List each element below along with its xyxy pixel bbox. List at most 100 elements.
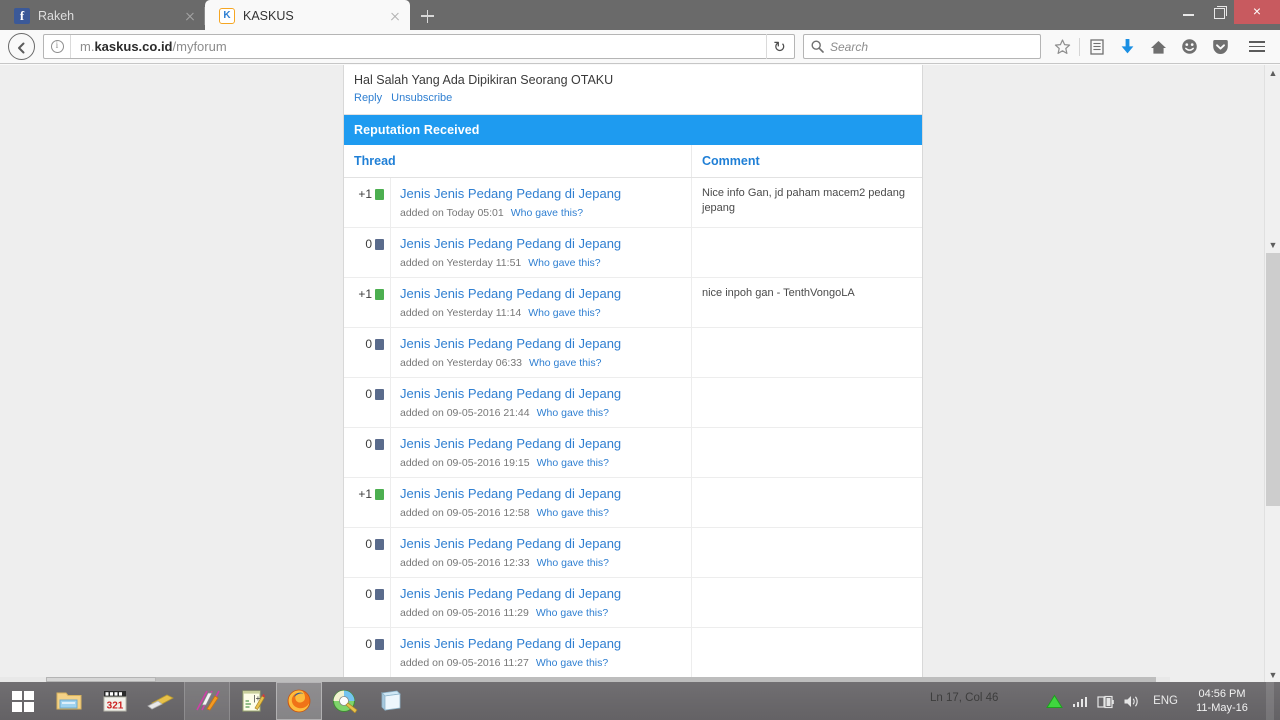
thread-link[interactable]: Jenis Jenis Pedang Pedang di Jepang xyxy=(400,485,681,502)
winamp-icon[interactable] xyxy=(184,682,230,720)
scrollbar-thumb[interactable] xyxy=(1266,253,1280,506)
cell-comment xyxy=(691,328,922,377)
close-window-button[interactable]: × xyxy=(1234,0,1280,24)
thread-note-title: Hal Salah Yang Ada Dipikiran Seorang OTA… xyxy=(354,73,614,87)
start-button[interactable] xyxy=(0,682,46,720)
volume-icon[interactable] xyxy=(1123,691,1141,711)
cell-thread: Jenis Jenis Pedang Pedang di Jepang added… xyxy=(391,528,691,577)
close-icon: × xyxy=(1252,3,1262,19)
sync-smiley-icon[interactable] xyxy=(1174,33,1205,61)
maximize-restore-button[interactable] xyxy=(1204,0,1234,24)
scroll-down-icon[interactable]: ▼ xyxy=(1265,237,1280,252)
battery-icon[interactable] xyxy=(1097,691,1115,711)
reputation-badge xyxy=(375,239,384,250)
show-desktop-button[interactable] xyxy=(1266,682,1274,720)
close-icon[interactable] xyxy=(181,7,199,25)
thread-link[interactable]: Jenis Jenis Pedang Pedang di Jepang xyxy=(400,335,681,352)
network-signal-icon[interactable] xyxy=(1071,691,1089,711)
window-controls: × xyxy=(1174,0,1280,30)
paint-tool-icon[interactable] xyxy=(322,682,368,720)
search-bar[interactable]: Search xyxy=(803,34,1041,59)
close-icon[interactable] xyxy=(386,7,404,25)
page-scrollbar[interactable]: ▲ ▼ ▼ xyxy=(1264,65,1280,682)
who-gave-this-link[interactable]: Who gave this? xyxy=(537,407,609,419)
clock-date: 11-May-16 xyxy=(1196,702,1248,714)
thread-subscription-note: Hal Salah Yang Ada Dipikiran Seorang OTA… xyxy=(344,65,922,115)
cell-comment: Nice info Gan, jd paham macem2 pedang je… xyxy=(691,178,922,227)
cell-comment xyxy=(691,478,922,527)
who-gave-this-link[interactable]: Who gave this? xyxy=(528,257,600,269)
clock-time: 04:56 PM xyxy=(1198,688,1246,700)
table-row: +1 Jenis Jenis Pedang Pedang di Jepang add… xyxy=(344,178,922,228)
language-indicator[interactable]: ENG xyxy=(1149,695,1182,707)
klite-codec-icon[interactable]: 321 xyxy=(92,682,138,720)
score-value: 0 xyxy=(365,337,372,351)
facebook-icon: f xyxy=(14,8,30,24)
thread-link[interactable]: Jenis Jenis Pedang Pedang di Jepang xyxy=(400,285,681,302)
browser-tab-kaskus[interactable]: K KASKUS xyxy=(205,2,410,30)
windows-taskbar: 321 |++ ENG 04:56 PM 11-May-16 xyxy=(0,682,1280,720)
thread-link[interactable]: Jenis Jenis Pedang Pedang di Jepang xyxy=(400,535,681,552)
downloads-icon[interactable] xyxy=(1112,33,1143,61)
cell-comment xyxy=(691,378,922,427)
who-gave-this-link[interactable]: Who gave this? xyxy=(537,457,609,469)
who-gave-this-link[interactable]: Who gave this? xyxy=(528,307,600,319)
score-value: 0 xyxy=(365,437,372,451)
cell-score: +1 xyxy=(344,178,391,227)
score-value: +1 xyxy=(358,287,372,301)
bookmark-star-icon[interactable] xyxy=(1047,33,1078,61)
reputation-badge xyxy=(375,339,384,350)
added-on-text: added on Yesterday 06:33 xyxy=(400,357,523,369)
firefox-icon[interactable] xyxy=(276,682,322,720)
who-gave-this-link[interactable]: Who gave this? xyxy=(536,607,608,619)
thread-link[interactable]: Jenis Jenis Pedang Pedang di Jepang xyxy=(400,385,681,402)
thread-link[interactable]: Jenis Jenis Pedang Pedang di Jepang xyxy=(400,585,681,602)
browser-tab-rakeh[interactable]: f Rakeh xyxy=(0,2,205,30)
who-gave-this-link[interactable]: Who gave this? xyxy=(511,207,583,219)
row-meta: added on Yesterday 06:33 Who gave this? xyxy=(400,357,681,369)
tab-strip: f Rakeh K KASKUS × xyxy=(0,0,1280,30)
who-gave-this-link[interactable]: Who gave this? xyxy=(537,507,609,519)
pocket-icon[interactable] xyxy=(1205,33,1236,61)
thread-link[interactable]: Jenis Jenis Pedang Pedang di Jepang xyxy=(400,185,681,202)
cell-thread: Jenis Jenis Pedang Pedang di Jepang added… xyxy=(391,578,691,627)
row-meta: added on 09-05-2016 11:27 Who gave this? xyxy=(400,657,681,669)
clock[interactable]: 04:56 PM 11-May-16 xyxy=(1190,687,1258,715)
reload-icon[interactable]: ↻ xyxy=(766,34,792,59)
thread-link[interactable]: Jenis Jenis Pedang Pedang di Jepang xyxy=(400,435,681,452)
library-icon[interactable] xyxy=(1081,33,1112,61)
address-bar[interactable]: i m.kaskus.co.id/myforum ↻ xyxy=(43,34,795,59)
who-gave-this-link[interactable]: Who gave this? xyxy=(529,357,601,369)
reply-link[interactable]: Reply xyxy=(354,92,382,104)
scroll-bottom-icon[interactable]: ▼ xyxy=(1265,667,1280,682)
file-explorer-icon[interactable] xyxy=(46,682,92,720)
kaskus-icon: K xyxy=(219,8,235,24)
unsubscribe-link[interactable]: Unsubscribe xyxy=(391,92,452,104)
row-meta: added on 09-05-2016 21:44 Who gave this? xyxy=(400,407,681,419)
table-row: 0 Jenis Jenis Pedang Pedang di Jepang adde… xyxy=(344,228,922,278)
home-icon[interactable] xyxy=(1143,33,1174,61)
thread-link[interactable]: Jenis Jenis Pedang Pedang di Jepang xyxy=(400,635,681,652)
svg-text:321: 321 xyxy=(107,701,124,712)
notepad-icon[interactable] xyxy=(368,682,414,720)
green-triangle-icon[interactable] xyxy=(1045,691,1063,711)
score-value: 0 xyxy=(365,637,372,651)
table-row: +1 Jenis Jenis Pedang Pedang di Jepang add… xyxy=(344,478,922,528)
menu-hamburger-icon[interactable] xyxy=(1242,33,1272,61)
cell-score: 0 xyxy=(344,578,391,627)
cell-thread: Jenis Jenis Pedang Pedang di Jepang added… xyxy=(391,278,691,327)
who-gave-this-link[interactable]: Who gave this? xyxy=(537,557,609,569)
thread-link[interactable]: Jenis Jenis Pedang Pedang di Jepang xyxy=(400,235,681,252)
table-row: 0 Jenis Jenis Pedang Pedang di Jepang adde… xyxy=(344,628,922,677)
new-tab-button[interactable] xyxy=(410,2,444,30)
back-button[interactable] xyxy=(8,33,35,60)
notepad-plus-plus-icon[interactable]: |++ xyxy=(230,682,276,720)
added-on-text: added on Yesterday 11:51 xyxy=(400,257,522,269)
added-on-text: added on 09-05-2016 11:27 xyxy=(400,657,529,669)
site-identity-icon[interactable]: i xyxy=(44,35,71,58)
minimize-button[interactable] xyxy=(1174,0,1204,24)
who-gave-this-link[interactable]: Who gave this? xyxy=(536,657,608,669)
cell-thread: Jenis Jenis Pedang Pedang di Jepang added… xyxy=(391,378,691,427)
scroll-up-icon[interactable]: ▲ xyxy=(1265,65,1280,80)
disk-tool-icon[interactable] xyxy=(138,682,184,720)
